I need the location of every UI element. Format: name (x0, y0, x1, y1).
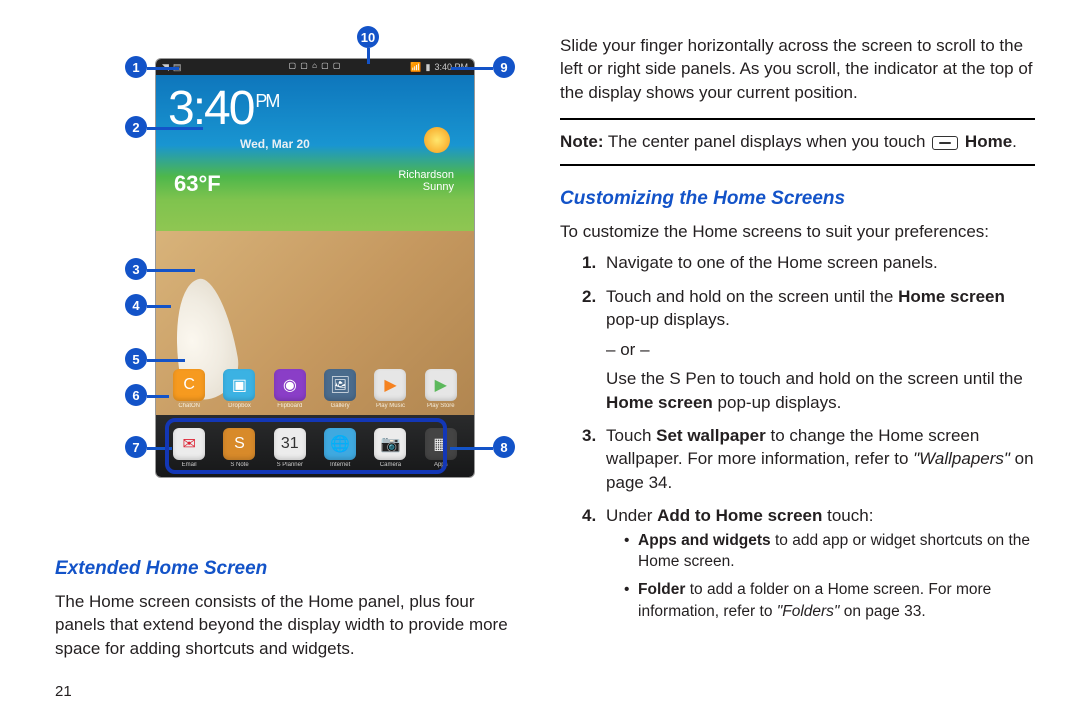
app-icon: S (223, 428, 255, 460)
para-customize-intro: To customize the Home screens to suit yo… (560, 220, 1035, 243)
para-extended-home: The Home screen consists of the Home pan… (55, 590, 520, 660)
callout-1: 1 (125, 56, 147, 78)
bullet-apps-widgets: Apps and widgets to add app or widget sh… (624, 530, 1035, 573)
wallpaper-area: C ChatON ▣ Dropbox ◉ Flipboard 🖼 Gallery ▶ Play M… (156, 231, 474, 415)
callout-3: 3 (125, 258, 147, 280)
app-label: Internet (320, 462, 360, 468)
app-label: Dropbox (219, 403, 259, 409)
callout-4: 4 (125, 294, 147, 316)
callout-5: 5 (125, 348, 147, 370)
heading-extended-home: Extended Home Screen (55, 558, 520, 580)
app-label: S Note (219, 462, 259, 468)
app-icon: ✉ (173, 428, 205, 460)
wifi-icon: 📶 (410, 62, 421, 73)
callout-8: 8 (493, 436, 515, 458)
app-icon: ▶ (425, 369, 457, 401)
callout-9: 9 (493, 56, 515, 78)
app-icon: ▣ (223, 369, 255, 401)
app-label: Apps (421, 462, 461, 468)
callout-10: 10 (357, 26, 379, 48)
home-button-icon (932, 136, 958, 150)
callout-6: 6 (125, 384, 147, 406)
app-icon: ▶ (374, 369, 406, 401)
weather-temp: 63°F (174, 171, 221, 197)
panel-indicator: ▢ ▢ ⌂ ▢ ▢ (289, 61, 342, 70)
page-number: 21 (55, 683, 72, 700)
app-icon: ▦ (425, 428, 457, 460)
shortcut-row: C ChatON ▣ Dropbox ◉ Flipboard 🖼 Gallery ▶ Play M… (156, 369, 474, 409)
step-1: 1.Navigate to one of the Home screen pan… (582, 251, 1035, 274)
heading-customizing: Customizing the Home Screens (560, 188, 1035, 210)
app-icon: 31 (274, 428, 306, 460)
primary-dock: ✉ Email S S Note 31 S Planner 🌐 Internet 📷 Camera… (156, 415, 474, 478)
app-label: Flipboard (270, 403, 310, 409)
clock-weather-widget: 3:40PM Wed, Mar 20 63°F Richardson Sunny (156, 75, 474, 231)
app-label: Camera (370, 462, 410, 468)
status-bar: ◥▤ ▢ ▢ ⌂ ▢ ▢ 📶 ▮ 3:40 PM (156, 59, 474, 75)
app-label: Play Store (421, 403, 461, 409)
step-2: 2. Touch and hold on the screen until th… (582, 285, 1035, 414)
weather-icon (424, 127, 450, 153)
app-icon: C (173, 369, 205, 401)
app-label: Email (169, 462, 209, 468)
app-icon: 🖼 (324, 369, 356, 401)
callout-2: 2 (125, 116, 147, 138)
app-icon: 📷 (374, 428, 406, 460)
note-block: Note: The center panel displays when you… (560, 118, 1035, 165)
app-label: S Planner (270, 462, 310, 468)
callout-7: 7 (125, 436, 147, 458)
weather-label: Richardson Sunny (398, 169, 454, 193)
app-icon: 🌐 (324, 428, 356, 460)
app-label: ChatON (169, 403, 209, 409)
step-4: 4. Under Add to Home screen touch: Apps … (582, 504, 1035, 622)
step-3: 3. Touch Set wallpaper to change the Hom… (582, 424, 1035, 494)
bullet-folder: Folder to add a folder on a Home screen.… (624, 579, 1035, 622)
app-label: Gallery (320, 403, 360, 409)
home-screen-figure: 1 2 3 4 5 6 7 9 8 10 (55, 50, 520, 520)
para-scroll: Slide your finger horizontally across th… (560, 34, 1035, 104)
device-mock: ◥▤ ▢ ▢ ⌂ ▢ ▢ 📶 ▮ 3:40 PM 3:40PM Wed, Mar… (155, 58, 475, 478)
clock-date: Wed, Mar 20 (240, 137, 310, 151)
battery-icon: ▮ (426, 62, 431, 73)
app-label: Play Music (370, 403, 410, 409)
app-icon: ◉ (274, 369, 306, 401)
